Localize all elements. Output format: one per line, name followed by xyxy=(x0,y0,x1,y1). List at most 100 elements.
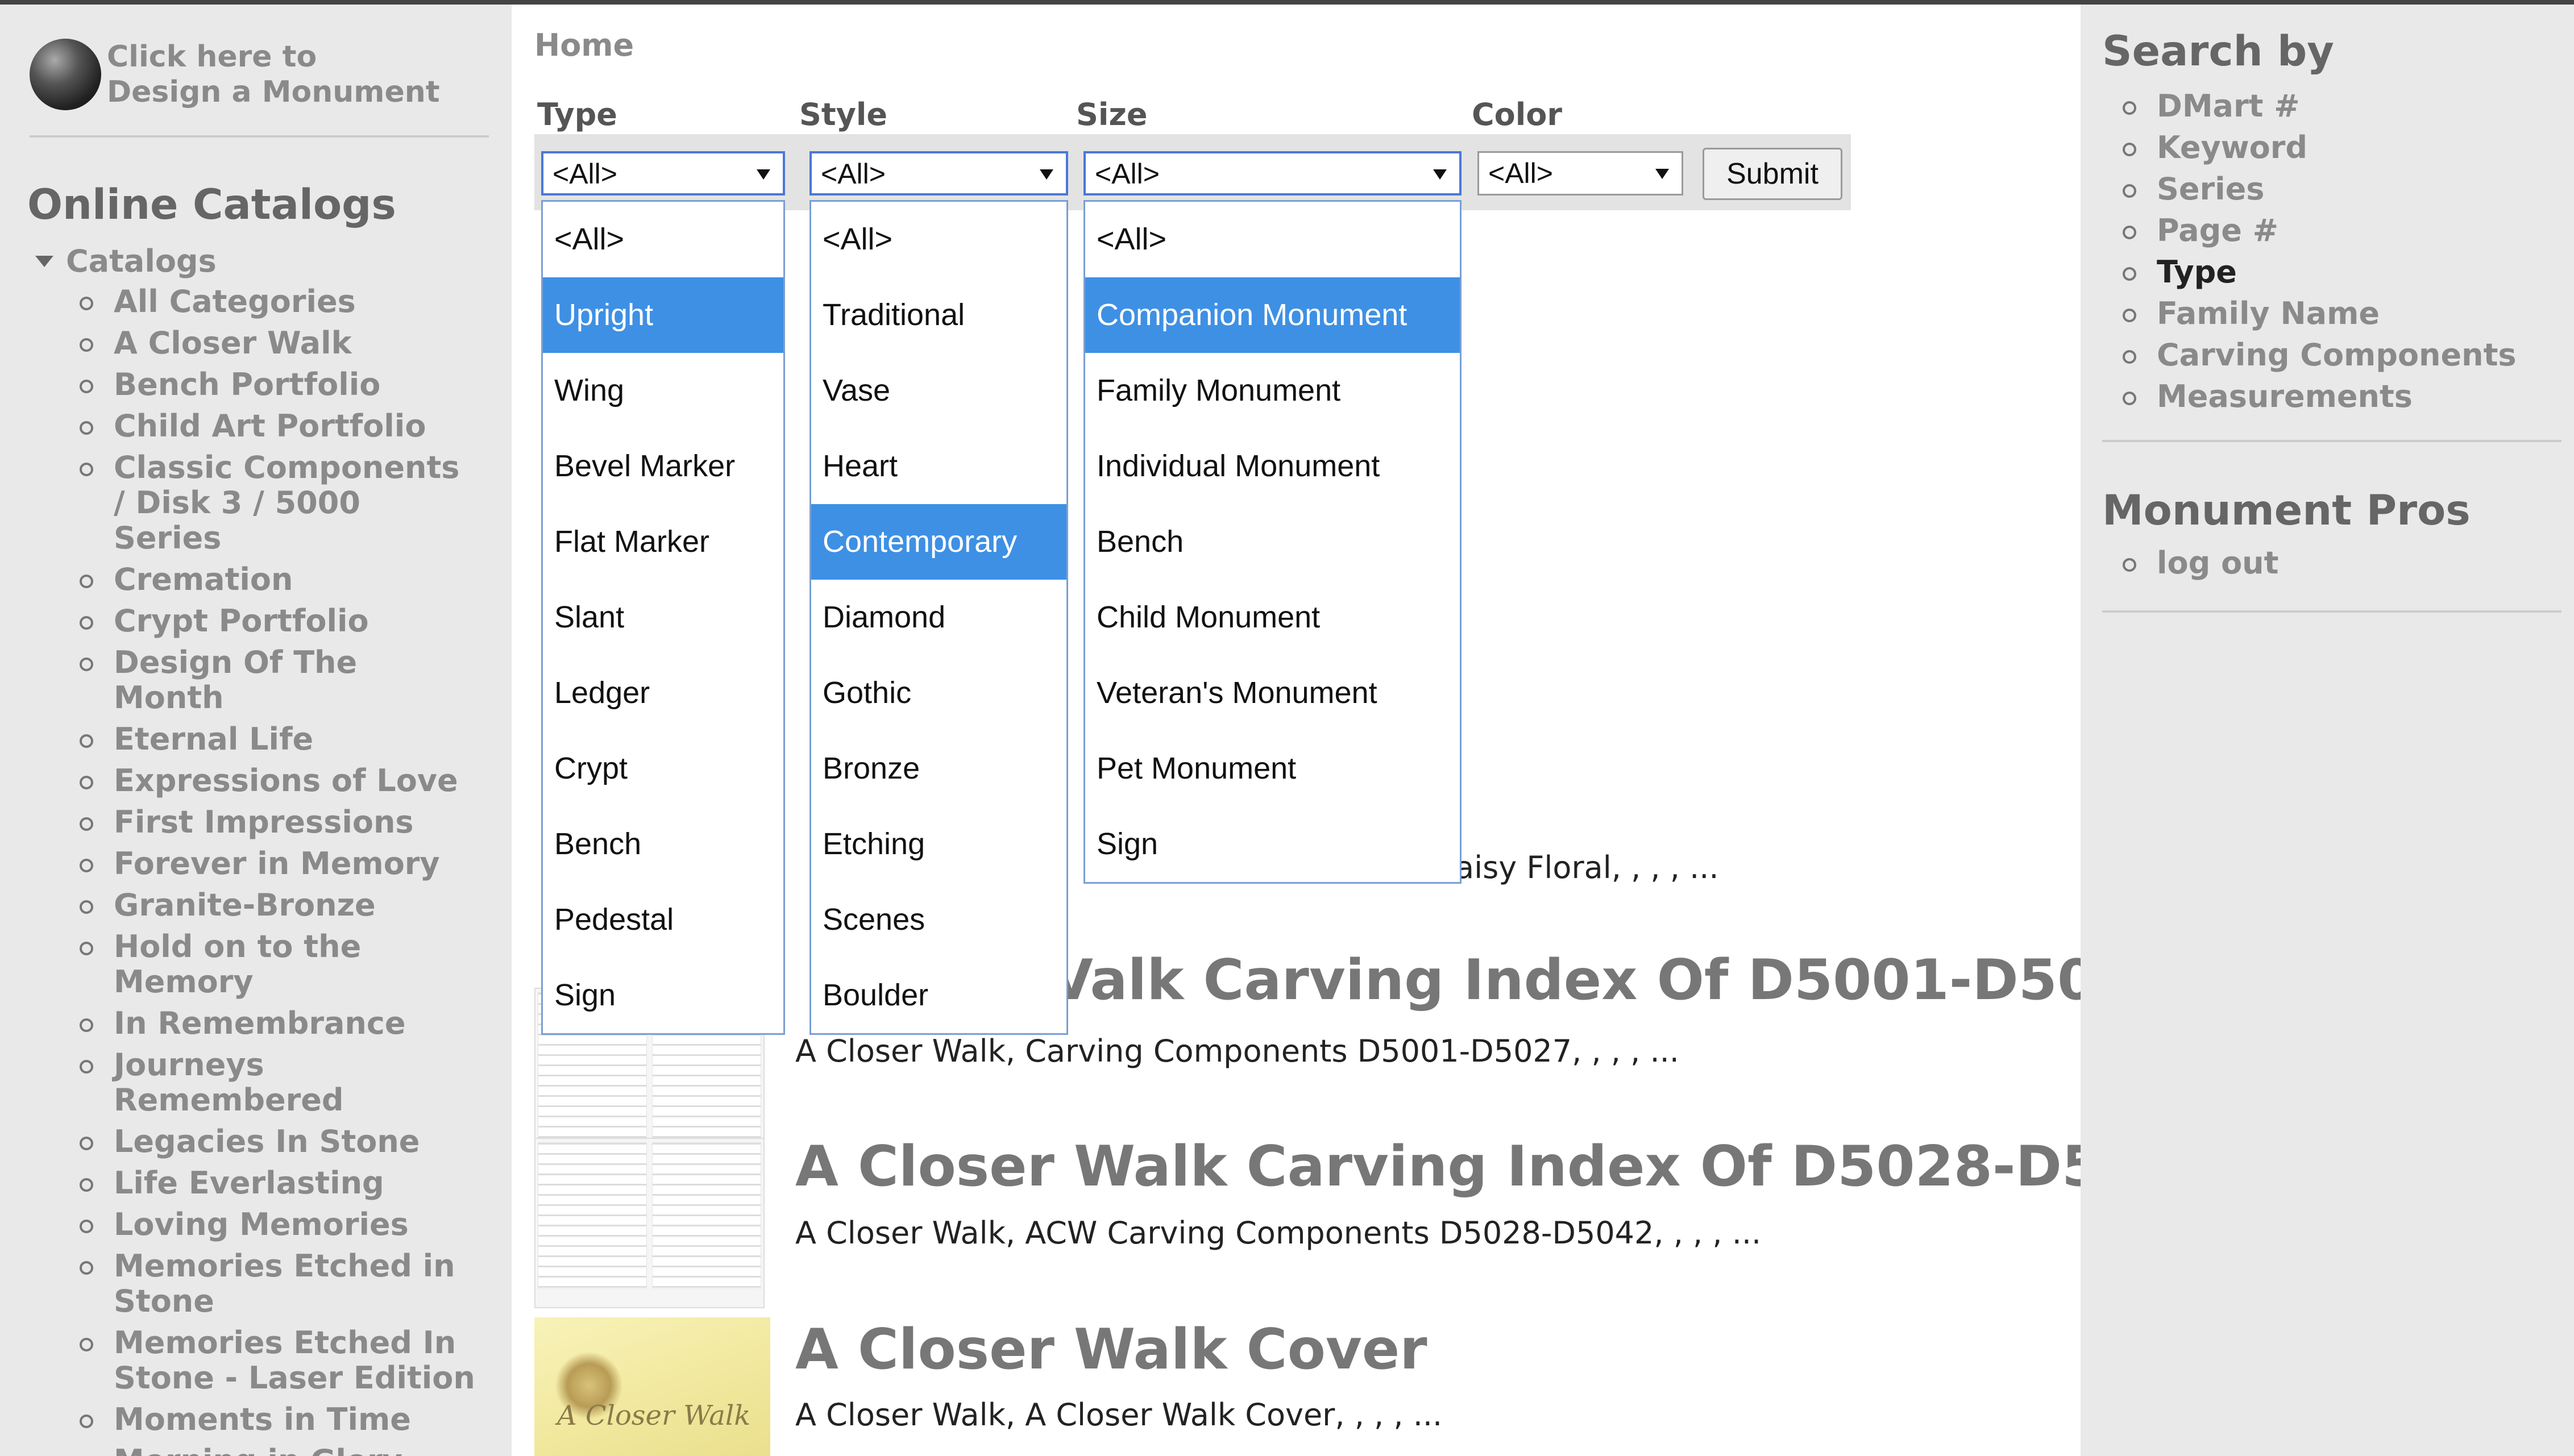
size-filter-label: Size xyxy=(1076,97,1148,132)
style-option-etching[interactable]: Etching xyxy=(811,806,1066,882)
search-by-list: DMart # Keyword Series Page # Type Family Nam… xyxy=(2120,89,2517,421)
catalog-item-memories-etched-in-stone[interactable]: Memories Etched in Stone xyxy=(77,1249,475,1319)
result-description: A Closer Walk, A Closer Walk Cover, , , … xyxy=(795,1397,1443,1433)
catalog-item-loving-memories[interactable]: Loving Memories xyxy=(77,1207,475,1242)
result-title[interactable]: A Closer Walk Carving Index Of D5028-D50… xyxy=(795,1134,2217,1199)
catalogs-tree-toggle[interactable]: Catalogs xyxy=(35,243,217,279)
catalog-item-a-closer-walk[interactable]: A Closer Walk xyxy=(77,326,475,361)
catalog-item-design-of-the-month[interactable]: Design Of The Month xyxy=(77,645,475,715)
design-link-line2: Design a Monument xyxy=(107,75,440,109)
pros-log-out-link[interactable]: log out xyxy=(2120,546,2278,581)
size-option-sign[interactable]: Sign xyxy=(1085,806,1460,882)
catalog-item-granite-bronze[interactable]: Granite-Bronze xyxy=(77,888,475,923)
submit-button[interactable]: Submit xyxy=(1703,148,1842,200)
type-option-flat-marker[interactable]: Flat Marker xyxy=(543,504,783,580)
size-option-bench[interactable]: Bench xyxy=(1085,504,1460,580)
size-option-individual-monument[interactable]: Individual Monument xyxy=(1085,429,1460,504)
type-option-all[interactable]: <All> xyxy=(543,202,783,277)
search-by-type[interactable]: Type xyxy=(2120,255,2517,290)
size-option-companion-monument[interactable]: Companion Monument xyxy=(1085,277,1460,353)
catalog-item-cremation[interactable]: Cremation xyxy=(77,562,475,597)
catalogs-root-label: Catalogs xyxy=(66,243,217,279)
breadcrumb[interactable]: Home xyxy=(534,27,634,63)
online-catalogs-heading: Online Catalogs xyxy=(27,181,396,229)
monument-ball-icon xyxy=(30,39,101,110)
dropdown-arrow-icon xyxy=(1040,169,1053,180)
catalog-list: All Categories A Closer Walk Bench Portfol… xyxy=(77,284,475,1456)
type-dropdown-list: <All> Upright Wing Bevel Marker Flat Marker S… xyxy=(541,200,785,1035)
catalog-item-bench-portfolio[interactable]: Bench Portfolio xyxy=(77,367,475,402)
type-option-pedestal[interactable]: Pedestal xyxy=(543,882,783,958)
style-dropdown-list: <All> Traditional Vase Heart Contemporary Dia… xyxy=(809,200,1068,1035)
style-option-gothic[interactable]: Gothic xyxy=(811,655,1066,731)
catalog-item-legacies-in-stone[interactable]: Legacies In Stone xyxy=(77,1124,475,1159)
style-option-vase[interactable]: Vase xyxy=(811,353,1066,429)
expand-triangle-icon xyxy=(35,255,53,267)
style-option-all[interactable]: <All> xyxy=(811,202,1066,277)
catalog-item-child-art-portfolio[interactable]: Child Art Portfolio xyxy=(77,409,475,444)
search-by-dmart[interactable]: DMart # xyxy=(2120,89,2517,124)
search-by-family-name[interactable]: Family Name xyxy=(2120,296,2517,331)
size-select[interactable]: <All> xyxy=(1083,151,1462,195)
divider xyxy=(2102,440,2561,442)
divider xyxy=(30,135,489,138)
type-select[interactable]: <All> xyxy=(541,151,785,195)
color-select[interactable]: <All> xyxy=(1477,151,1683,195)
style-option-scenes[interactable]: Scenes xyxy=(811,882,1066,958)
design-monument-link[interactable]: Click here to Design a Monument xyxy=(30,39,440,110)
style-option-bronze[interactable]: Bronze xyxy=(811,731,1066,806)
style-select[interactable]: <All> xyxy=(809,151,1068,195)
catalog-item-classic-components-disk-3-5000-series[interactable]: Classic Components / Disk 3 / 5000 Serie… xyxy=(77,450,475,556)
search-by-measurements[interactable]: Measurements xyxy=(2120,379,2517,414)
size-option-all[interactable]: <All> xyxy=(1085,202,1460,277)
style-filter-label: Style xyxy=(799,97,888,132)
style-option-diamond[interactable]: Diamond xyxy=(811,580,1066,655)
type-option-wing[interactable]: Wing xyxy=(543,353,783,429)
monument-pros-heading: Monument Pros xyxy=(2102,486,2471,535)
search-by-keyword[interactable]: Keyword xyxy=(2120,130,2517,165)
size-option-veteran-s-monument[interactable]: Veteran's Monument xyxy=(1085,655,1460,731)
catalog-item-all-categories[interactable]: All Categories xyxy=(77,284,475,319)
size-dropdown-list: <All> Companion Monument Family Monument In… xyxy=(1083,200,1462,884)
result-title[interactable]: Valk Carving Index Of D5001-D5027 xyxy=(1050,948,2174,1013)
style-option-traditional[interactable]: Traditional xyxy=(811,277,1066,353)
type-option-sign[interactable]: Sign xyxy=(543,958,783,1033)
main-content: Home Type Style Size Color <All> <All> <… xyxy=(512,5,2217,1456)
type-option-bevel-marker[interactable]: Bevel Marker xyxy=(543,429,783,504)
catalog-item-hold-on-to-the-memory[interactable]: Hold on to the Memory xyxy=(77,929,475,1000)
style-option-heart[interactable]: Heart xyxy=(811,429,1066,504)
type-option-crypt[interactable]: Crypt xyxy=(543,731,783,806)
dropdown-arrow-icon xyxy=(757,169,770,180)
type-option-upright[interactable]: Upright xyxy=(543,277,783,353)
result-thumbnail[interactable] xyxy=(534,1138,765,1308)
style-option-contemporary[interactable]: Contemporary xyxy=(811,504,1066,580)
style-option-boulder[interactable]: Boulder xyxy=(811,958,1066,1033)
result-thumbnail[interactable]: A Closer Walk xyxy=(534,1317,770,1456)
catalog-item-crypt-portfolio[interactable]: Crypt Portfolio xyxy=(77,604,475,639)
search-by-page[interactable]: Page # xyxy=(2120,213,2517,248)
search-by-heading: Search by xyxy=(2102,27,2334,76)
catalog-item-journeys-remembered[interactable]: Journeys Remembered xyxy=(77,1047,475,1118)
catalog-item-eternal-life[interactable]: Eternal Life xyxy=(77,722,475,757)
type-option-bench[interactable]: Bench xyxy=(543,806,783,882)
type-option-slant[interactable]: Slant xyxy=(543,580,783,655)
catalog-item-expressions-of-love[interactable]: Expressions of Love xyxy=(77,763,475,798)
size-option-child-monument[interactable]: Child Monument xyxy=(1085,580,1460,655)
result-fragment-text: aisy Floral, , , , ... xyxy=(1455,850,1719,885)
catalog-item-first-impressions[interactable]: First Impressions xyxy=(77,805,475,840)
result-title[interactable]: A Closer Walk Cover xyxy=(795,1317,1427,1382)
search-by-series[interactable]: Series xyxy=(2120,172,2517,207)
search-by-carving-components[interactable]: Carving Components xyxy=(2120,338,2517,373)
catalog-item-life-everlasting[interactable]: Life Everlasting xyxy=(77,1166,475,1201)
catalog-item-memories-etched-in-stone-laser-edition[interactable]: Memories Etched In Stone - Laser Edition xyxy=(77,1325,475,1396)
catalog-item-forever-in-memory[interactable]: Forever in Memory xyxy=(77,846,475,881)
catalog-item-in-remembrance[interactable]: In Remembrance xyxy=(77,1006,475,1041)
dropdown-arrow-icon xyxy=(1433,169,1447,180)
color-filter-label: Color xyxy=(1472,97,1562,132)
size-option-family-monument[interactable]: Family Monument xyxy=(1085,353,1460,429)
catalog-item-morning-in-glory[interactable]: Morning in Glory xyxy=(77,1443,475,1456)
size-option-pet-monument[interactable]: Pet Monument xyxy=(1085,731,1460,806)
type-option-ledger[interactable]: Ledger xyxy=(543,655,783,731)
divider xyxy=(2102,610,2561,613)
catalog-item-moments-in-time[interactable]: Moments in Time xyxy=(77,1402,475,1437)
